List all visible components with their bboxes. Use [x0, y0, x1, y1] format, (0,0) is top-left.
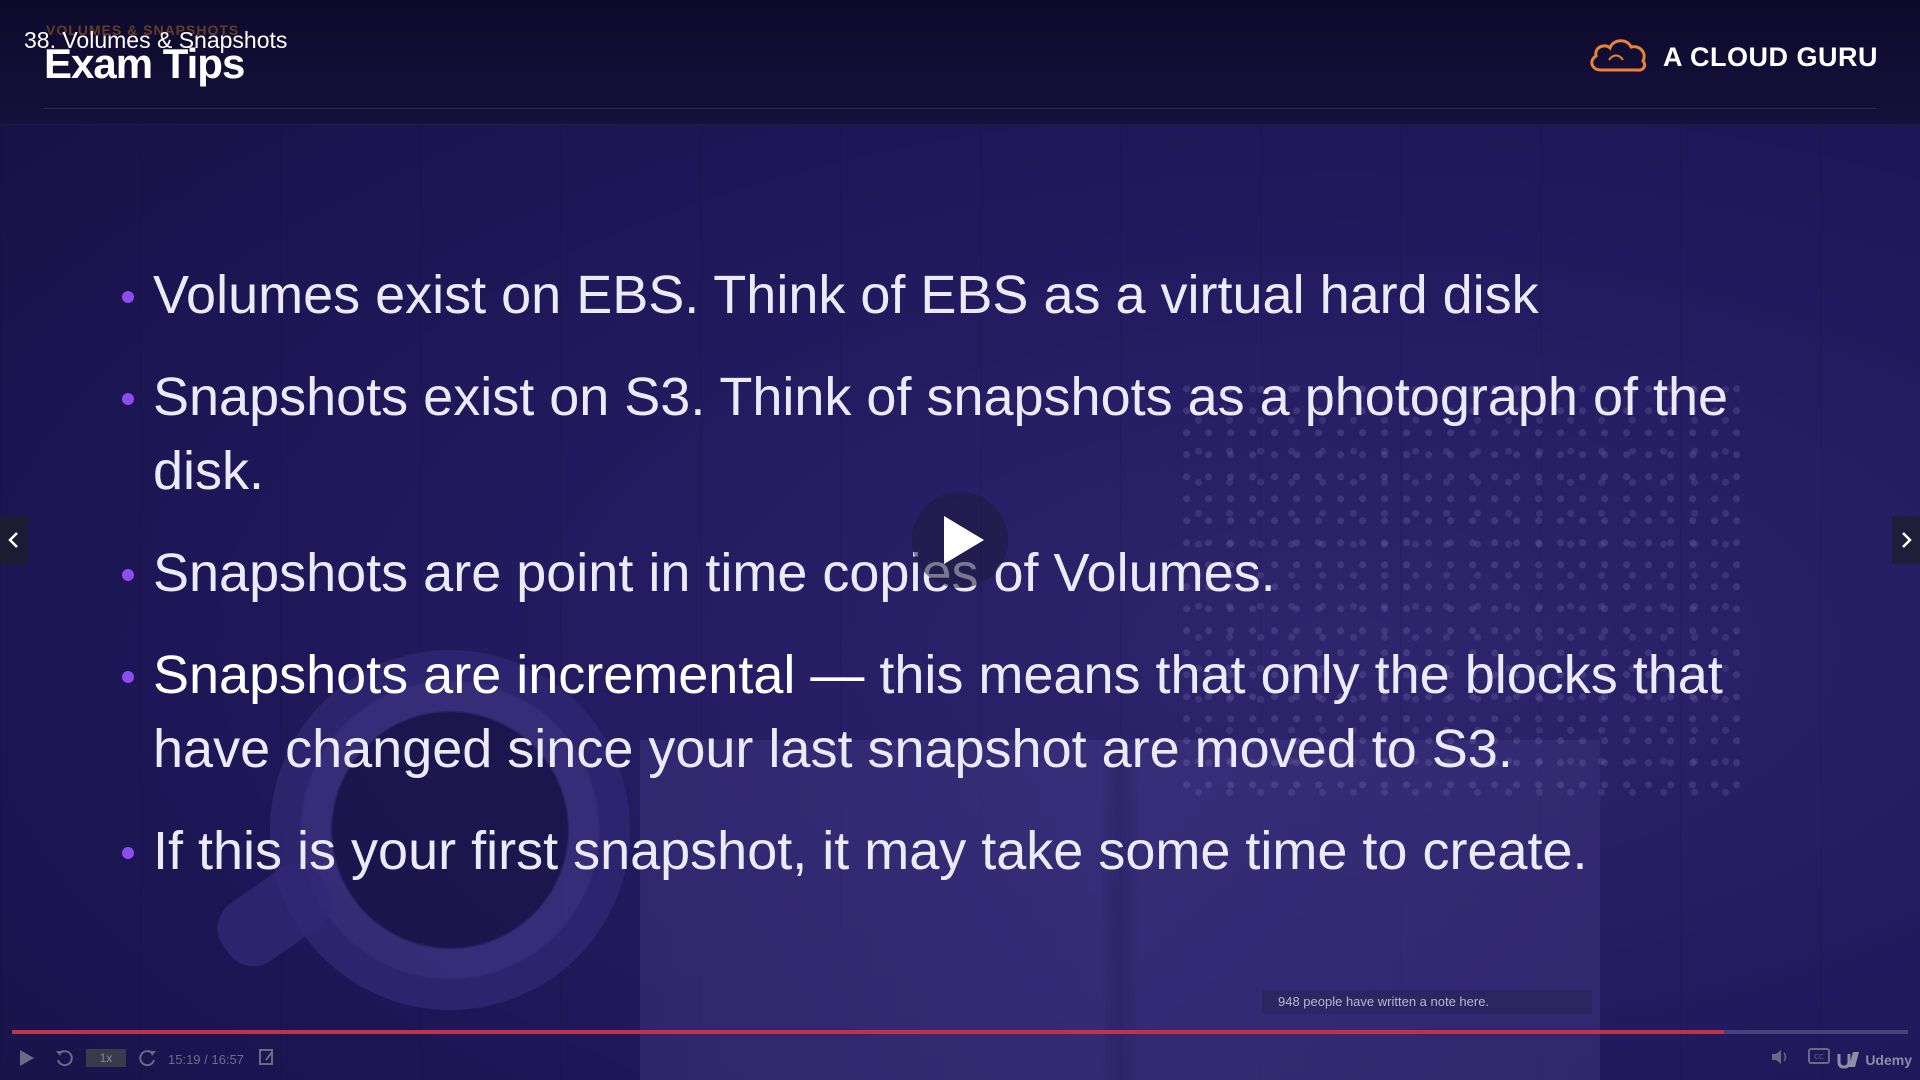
previous-lecture-button[interactable] — [0, 516, 28, 564]
captions-icon: CC — [1808, 1048, 1830, 1064]
bullet-dot — [122, 671, 134, 683]
brand-logo: A CLOUD GURU — [1587, 36, 1878, 78]
next-lecture-button[interactable] — [1892, 516, 1920, 564]
exam-tips-list: Volumes exist on EBS. Think of EBS as a … — [120, 258, 1840, 916]
playback-speed-button[interactable]: 1x — [86, 1049, 126, 1067]
udemy-logo: Udemy — [1835, 1050, 1912, 1070]
time-display: 15:19 / 16:57 — [168, 1052, 244, 1067]
bullet-dot — [122, 291, 134, 303]
notes-tooltip: 948 people have written a note here. — [1262, 990, 1592, 1014]
play-button[interactable] — [18, 1048, 36, 1068]
bullet-emphasis: Snapshots are incremental — — [153, 645, 880, 705]
bullet-text: Snapshots are point in time copies of Vo… — [153, 543, 1276, 603]
bullet-text: Snapshots exist on S3. Think of snapshot… — [153, 367, 1729, 501]
note-icon — [259, 1049, 273, 1065]
center-play-button[interactable] — [912, 492, 1008, 588]
rewind-button[interactable] — [54, 1048, 74, 1068]
progress-bar[interactable] — [12, 1030, 1908, 1034]
forward-icon — [139, 1050, 156, 1067]
captions-button[interactable]: CC — [1808, 1048, 1830, 1064]
bullet-dot — [122, 569, 134, 581]
play-icon — [944, 516, 984, 564]
bullet-item: If this is your first snapshot, it may t… — [120, 814, 1840, 888]
bullet-text: If this is your first snapshot, it may t… — [153, 821, 1588, 881]
play-icon — [20, 1050, 34, 1066]
chevron-right-icon — [1902, 532, 1912, 548]
bullet-dot — [122, 393, 134, 405]
brand-name: A CLOUD GURU — [1663, 41, 1878, 72]
bullet-dot — [122, 847, 134, 859]
rewind-icon — [56, 1050, 73, 1067]
bullet-item: Snapshots exist on S3. Think of snapshot… — [120, 360, 1840, 508]
udemy-logo-icon — [1837, 1052, 1860, 1069]
bullet-item: Volumes exist on EBS. Think of EBS as a … — [120, 258, 1840, 332]
player-controls: 1x 15:19 / 16:57 CC Udemy — [0, 1040, 1920, 1080]
bullet-item: Snapshots are incremental — this means t… — [120, 638, 1840, 786]
add-note-button[interactable] — [258, 1048, 276, 1066]
forward-button[interactable] — [138, 1048, 158, 1068]
svg-text:CC: CC — [1814, 1053, 1824, 1061]
header-divider — [44, 108, 1876, 109]
udemy-brand-text: Udemy — [1865, 1052, 1912, 1068]
bullet-text: Volumes exist on EBS. Think of EBS as a … — [153, 265, 1539, 325]
volume-icon — [1772, 1050, 1787, 1064]
cloud-logo-icon — [1587, 36, 1649, 78]
progress-fill — [12, 1030, 1725, 1034]
chevron-left-icon — [8, 532, 18, 548]
video-title: 38. Volumes & Snapshots — [24, 27, 288, 53]
volume-button[interactable] — [1770, 1048, 1790, 1066]
